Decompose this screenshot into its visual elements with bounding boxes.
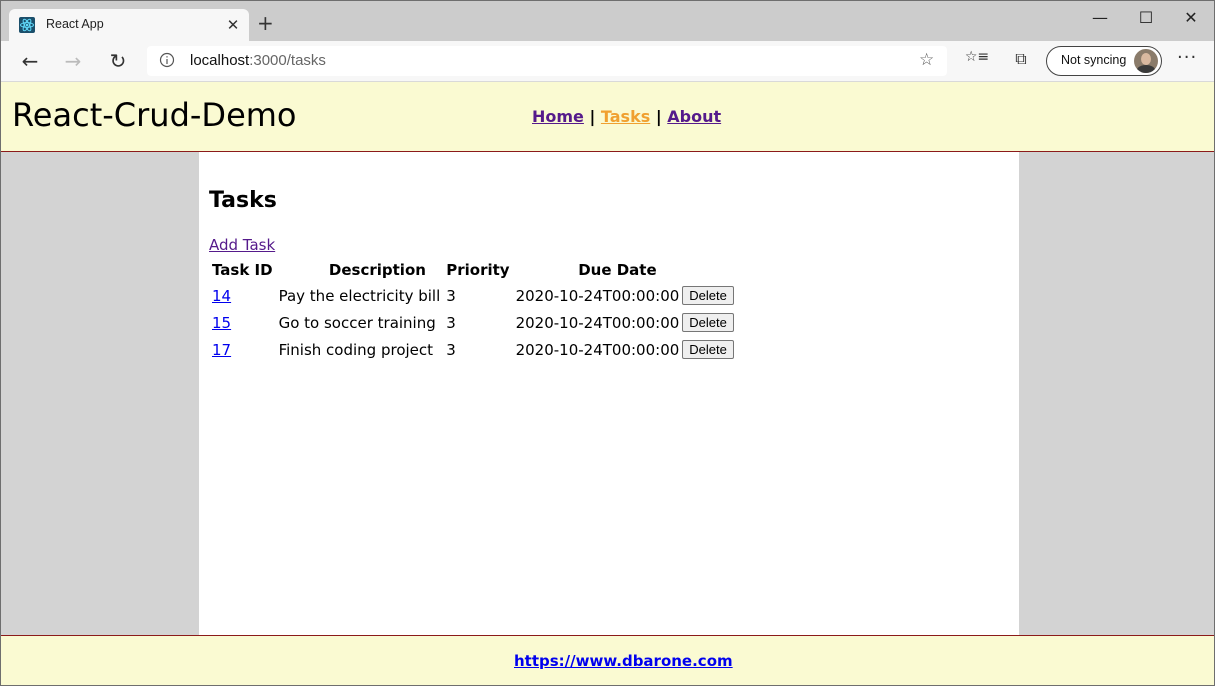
task-due-date: 2020-10-24T00:00:00 <box>515 313 680 332</box>
reload-icon[interactable]: ↻ <box>104 49 132 73</box>
app-header: React-Crud-Demo Home | Tasks | About <box>1 82 1214 152</box>
footer-website-link[interactable]: https://www.dbarone.com <box>514 652 733 670</box>
close-tab-icon[interactable]: ✕ <box>225 16 241 34</box>
column-header-actions <box>682 258 734 282</box>
tasks-table: Task ID Description Priority Due Date 14… <box>209 258 734 363</box>
maximize-icon[interactable]: ☐ <box>1123 8 1169 32</box>
favorite-star-icon[interactable]: ☆ <box>919 50 934 70</box>
forward-icon[interactable]: → <box>59 49 87 73</box>
new-tab-icon[interactable]: + <box>257 13 274 33</box>
column-header-due-date: Due Date <box>578 261 657 279</box>
address-bar[interactable]: localhost:3000/tasks ☆ <box>147 46 947 76</box>
tab-title: React App <box>46 17 104 31</box>
task-due-date: 2020-10-24T00:00:00 <box>515 286 680 305</box>
nav-link-tasks[interactable]: Tasks <box>601 107 650 126</box>
react-logo-icon <box>19 17 35 33</box>
table-header-row: Task ID Description Priority Due Date <box>209 258 734 282</box>
browser-toolbar: ← → ↻ localhost:3000/tasks ☆ ☆≡ ⧉ Not sy… <box>1 41 1214 82</box>
task-description: Go to soccer training <box>278 313 436 332</box>
delete-button[interactable]: Delete <box>682 313 734 332</box>
title-bar: React App ✕ + — ☐ ✕ <box>1 1 1214 41</box>
column-header-description: Description <box>328 261 426 279</box>
main-nav: Home | Tasks | About <box>532 107 721 126</box>
task-due-date: 2020-10-24T00:00:00 <box>515 340 680 359</box>
app-footer: https://www.dbarone.com <box>1 635 1214 685</box>
browser-window: React App ✕ + — ☐ ✕ ← → ↻ localhost:3000… <box>0 0 1215 686</box>
table-row: 15 Go to soccer training 3 2020-10-24T00… <box>209 309 734 336</box>
task-description: Finish coding project <box>278 340 434 359</box>
sync-label: Not syncing <box>1061 53 1127 67</box>
browser-tab[interactable]: React App ✕ <box>9 9 249 41</box>
avatar <box>1134 49 1158 73</box>
info-icon[interactable] <box>159 52 175 68</box>
main-content: Tasks Add Task Task ID Description Prior… <box>199 152 1019 635</box>
minimize-icon[interactable]: — <box>1077 8 1123 32</box>
task-id-link[interactable]: 14 <box>212 287 231 305</box>
nav-link-home[interactable]: Home <box>532 107 584 126</box>
nav-separator: | <box>589 107 596 126</box>
task-id-link[interactable]: 17 <box>212 341 231 359</box>
column-header-task-id: Task ID <box>212 261 273 279</box>
close-window-icon[interactable]: ✕ <box>1168 8 1214 32</box>
table-row: 14 Pay the electricity bill 3 2020-10-24… <box>209 282 734 309</box>
app-brand-title: React-Crud-Demo <box>12 96 297 134</box>
column-header-priority: Priority <box>446 261 510 279</box>
add-task-link[interactable]: Add Task <box>209 236 275 254</box>
delete-button[interactable]: Delete <box>682 286 734 305</box>
task-id-link[interactable]: 15 <box>212 314 231 332</box>
delete-button[interactable]: Delete <box>682 340 734 359</box>
nav-separator: | <box>655 107 662 126</box>
task-description: Pay the electricity bill <box>278 286 441 305</box>
table-row: 17 Finish coding project 3 2020-10-24T00… <box>209 336 734 363</box>
task-priority: 3 <box>446 340 456 359</box>
task-priority: 3 <box>446 313 456 332</box>
favorites-icon[interactable]: ☆≡ <box>963 49 991 73</box>
task-priority: 3 <box>446 286 456 305</box>
url-text[interactable]: localhost:3000/tasks <box>190 52 326 69</box>
page-title: Tasks <box>209 188 277 213</box>
back-icon[interactable]: ← <box>16 49 44 73</box>
profile-sync-button[interactable]: Not syncing <box>1046 46 1162 76</box>
collections-icon[interactable]: ⧉ <box>1007 49 1035 73</box>
more-options-icon[interactable]: ··· <box>1177 47 1197 68</box>
nav-link-about[interactable]: About <box>667 107 721 126</box>
